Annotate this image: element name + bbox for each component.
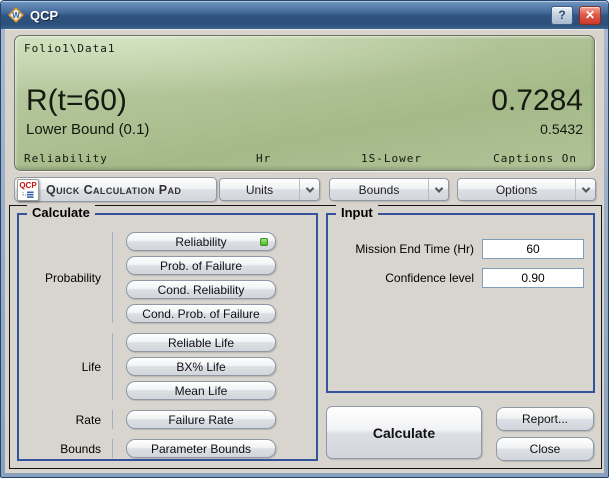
title-bar: W QCP ? ✕	[1, 1, 608, 29]
bounds-dropdown-label: Bounds	[330, 179, 428, 200]
calculate-group: Calculate Probability Reliability Prob. …	[17, 213, 318, 461]
bound-value: 0.5432	[540, 121, 583, 138]
display-status-bar: Reliability Hr 1S-Lower Captions On	[24, 152, 585, 166]
life-section-label: Life	[19, 360, 112, 374]
status-units: Hr	[256, 152, 271, 165]
confidence-level-field[interactable]	[482, 268, 584, 288]
button-label: Failure Rate	[168, 413, 233, 427]
qcp-pad-header: QCP Quick Calculation Pad	[14, 177, 217, 202]
report-button[interactable]: Report...	[496, 407, 594, 431]
chevron-down-icon[interactable]	[299, 179, 319, 200]
failure-rate-button[interactable]: Failure Rate	[126, 410, 276, 429]
button-label: Prob. of Failure	[160, 259, 242, 273]
qcp-logo-icon: QCP	[17, 179, 39, 201]
button-label: Parameter Bounds	[151, 442, 251, 456]
svg-text:W: W	[12, 11, 20, 20]
chevron-down-icon[interactable]	[428, 179, 448, 200]
result-value: 0.7284	[491, 85, 583, 117]
options-dropdown[interactable]: Options	[457, 178, 596, 201]
selected-indicator	[260, 238, 268, 246]
qcp-logo-text: QCP	[19, 181, 36, 190]
help-button[interactable]: ?	[551, 6, 573, 25]
qcp-logo-grid-icon	[22, 191, 34, 198]
mission-end-time-row: Mission End Time (Hr)	[355, 239, 584, 259]
units-dropdown-label: Units	[220, 179, 299, 200]
button-label: Reliability	[175, 235, 226, 249]
bx-life-button[interactable]: BX% Life	[126, 357, 276, 376]
button-label: Reliable Life	[168, 336, 234, 350]
bounds-dropdown[interactable]: Bounds	[329, 178, 449, 201]
options-dropdown-label: Options	[458, 179, 575, 200]
close-button[interactable]: Close	[496, 437, 594, 461]
reliable-life-button[interactable]: Reliable Life	[126, 333, 276, 352]
main-panel: Calculate Probability Reliability Prob. …	[9, 205, 602, 469]
prob-of-failure-button[interactable]: Prob. of Failure	[126, 256, 276, 275]
units-dropdown[interactable]: Units	[219, 178, 320, 201]
rate-section: Rate Failure Rate	[19, 410, 316, 429]
probability-section: Probability Reliability Prob. of Failure	[19, 232, 316, 323]
confidence-level-label: Confidence level	[385, 271, 474, 285]
parameter-bounds-button[interactable]: Parameter Bounds	[126, 439, 276, 458]
status-metric: Reliability	[24, 152, 108, 165]
status-bounds: 1S-Lower	[361, 152, 422, 165]
result-display: Folio1\Data1 R(t=60) 0.7284 Lower Bound …	[14, 35, 595, 171]
calculate-button[interactable]: Calculate	[326, 406, 482, 459]
close-window-button[interactable]: ✕	[579, 6, 601, 25]
reliability-button[interactable]: Reliability	[126, 232, 276, 251]
cond-reliability-button[interactable]: Cond. Reliability	[126, 280, 276, 299]
qcp-dialog: W QCP ? ✕ Folio1\Data1 R(t=60) 0.7284 Lo…	[0, 0, 609, 478]
app-icon: W	[8, 7, 24, 23]
button-label: Mean Life	[175, 384, 228, 398]
input-group: Input Mission End Time (Hr) Confidence l…	[326, 213, 595, 393]
status-captions: Captions On	[493, 152, 577, 165]
mission-end-time-label: Mission End Time (Hr)	[355, 242, 474, 256]
button-label: Cond. Prob. of Failure	[142, 307, 259, 321]
dialog-body: Folio1\Data1 R(t=60) 0.7284 Lower Bound …	[5, 29, 604, 473]
result-expression: R(t=60)	[26, 85, 127, 117]
bound-label: Lower Bound (0.1)	[26, 121, 149, 138]
confidence-level-row: Confidence level	[385, 268, 584, 288]
button-label: Cond. Reliability	[158, 283, 245, 297]
mission-end-time-field[interactable]	[482, 239, 584, 259]
window-title: QCP	[30, 8, 545, 23]
life-section: Life Reliable Life BX% Life Me	[19, 333, 316, 400]
chevron-down-icon[interactable]	[575, 179, 595, 200]
cond-prob-of-failure-button[interactable]: Cond. Prob. of Failure	[126, 304, 276, 323]
button-label: BX% Life	[176, 360, 225, 374]
input-group-title: Input	[336, 205, 378, 220]
qcp-pad-title: Quick Calculation Pad	[46, 183, 181, 197]
probability-section-label: Probability	[19, 271, 112, 285]
bounds-section: Bounds Parameter Bounds	[19, 439, 316, 458]
bounds-section-label: Bounds	[19, 442, 112, 456]
data-source-label: Folio1\Data1	[24, 42, 115, 55]
mean-life-button[interactable]: Mean Life	[126, 381, 276, 400]
rate-section-label: Rate	[19, 413, 112, 427]
